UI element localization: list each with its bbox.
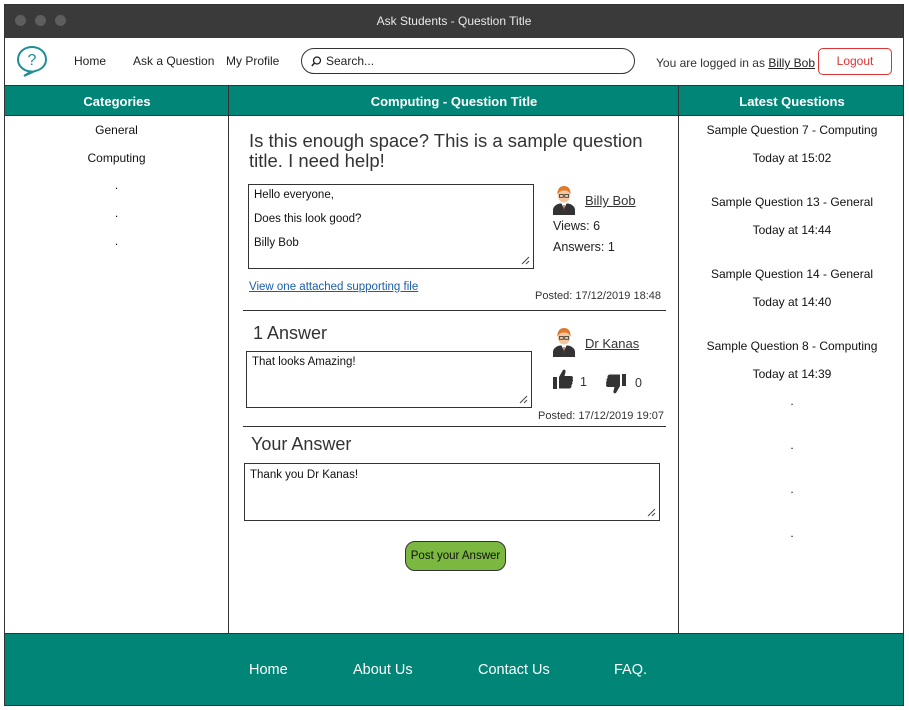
question-header: Computing - Question Title xyxy=(229,85,679,116)
svg-text:?: ? xyxy=(28,52,37,69)
answer-body-text: That looks Amazing! xyxy=(252,356,356,368)
search-icon xyxy=(311,56,322,67)
thumbs-up-icon[interactable] xyxy=(552,368,574,390)
latest-question-link[interactable]: Sample Question 14 - General xyxy=(679,267,903,281)
latest-question-time: Today at 14:39 xyxy=(752,367,832,381)
footer-home-link[interactable]: Home xyxy=(249,662,288,678)
nav-ask-question-link[interactable]: Ask a Question xyxy=(133,54,214,68)
like-count: 1 xyxy=(580,375,587,389)
question-body: Hello everyone, Does this look good? Bil… xyxy=(248,184,534,269)
attached-file-link[interactable]: View one attached supporting file xyxy=(249,281,418,293)
column-divider xyxy=(678,85,679,633)
footer-about-link[interactable]: About Us xyxy=(353,662,413,678)
title-bar: Ask Students - Question Title xyxy=(5,5,903,38)
logged-in-status: You are logged in as Billy Bob xyxy=(656,56,815,70)
search-box[interactable] xyxy=(301,48,635,74)
latest-questions-header: Latest Questions xyxy=(679,85,903,116)
question-body-line: Billy Bob xyxy=(254,237,299,249)
question-title: Is this enough space? This is a sample q… xyxy=(249,130,643,171)
categories-header: Categories xyxy=(5,85,229,116)
your-answer-text[interactable]: Thank you Dr Kanas! xyxy=(250,469,358,481)
latest-placeholder: . xyxy=(790,438,794,452)
latest-question-time: Today at 15:02 xyxy=(752,151,832,165)
footer: Home About Us Contact Us FAQ. xyxy=(5,633,903,705)
answer-posted-date: Posted: 17/12/2019 19:07 xyxy=(538,410,664,422)
app-window: Ask Students - Question Title ? Home Ask… xyxy=(4,4,904,706)
question-posted-date: Posted: 17/12/2019 18:48 xyxy=(535,290,661,302)
question-views: Views: 6 xyxy=(553,219,601,233)
column-divider xyxy=(228,85,229,633)
footer-faq-link[interactable]: FAQ. xyxy=(614,662,647,678)
resize-grip-icon[interactable] xyxy=(519,395,528,404)
question-bubble-logo-icon[interactable]: ? xyxy=(15,44,49,78)
latest-placeholder: . xyxy=(790,482,794,496)
search-input[interactable] xyxy=(326,53,616,69)
latest-placeholder: . xyxy=(790,394,794,408)
category-computing[interactable]: Computing xyxy=(5,151,228,165)
question-body-line: Hello everyone, xyxy=(254,189,334,201)
latest-question-link[interactable]: Sample Question 13 - General xyxy=(679,195,903,209)
logged-in-label: You are logged in as xyxy=(656,56,765,70)
answers-heading: 1 Answer xyxy=(253,323,328,343)
category-placeholder: . xyxy=(114,206,119,220)
question-body-line: Does this look good? xyxy=(254,213,362,225)
logout-button[interactable]: Logout xyxy=(818,48,892,75)
logged-in-user-link[interactable]: Billy Bob xyxy=(768,56,815,70)
post-answer-button[interactable]: Post your Answer xyxy=(405,541,506,571)
nav-my-profile-link[interactable]: My Profile xyxy=(226,54,279,68)
window-title: Ask Students - Question Title xyxy=(376,14,532,28)
question-author-link[interactable]: Billy Bob xyxy=(585,193,636,208)
your-answer-heading: Your Answer xyxy=(251,434,352,454)
latest-question-link[interactable]: Sample Question 8 - Computing xyxy=(679,339,903,353)
avatar-icon xyxy=(553,328,575,357)
category-placeholder: . xyxy=(114,178,119,192)
avatar-icon xyxy=(553,186,575,215)
thumbs-down-icon[interactable] xyxy=(605,373,627,395)
latest-question-time: Today at 14:44 xyxy=(752,223,832,237)
category-placeholder: . xyxy=(114,234,119,248)
your-answer-input[interactable]: Thank you Dr Kanas! xyxy=(244,463,660,521)
latest-placeholder: . xyxy=(790,526,794,540)
nav-home-link[interactable]: Home xyxy=(74,54,106,68)
nav-bar: ? Home Ask a Question My Profile You are… xyxy=(5,38,903,85)
section-divider xyxy=(243,426,666,427)
category-general[interactable]: General xyxy=(5,123,228,137)
resize-grip-icon[interactable] xyxy=(647,508,656,517)
footer-contact-link[interactable]: Contact Us xyxy=(478,662,550,678)
question-answers-count: Answers: 1 xyxy=(553,240,615,254)
resize-grip-icon[interactable] xyxy=(521,256,530,265)
answer-author-link[interactable]: Dr Kanas xyxy=(585,336,639,351)
latest-question-time: Today at 14:40 xyxy=(752,295,832,309)
latest-question-link[interactable]: Sample Question 7 - Computing xyxy=(679,123,903,137)
dislike-count: 0 xyxy=(635,376,642,390)
section-divider xyxy=(243,310,666,311)
answer-body: That looks Amazing! xyxy=(246,351,532,408)
